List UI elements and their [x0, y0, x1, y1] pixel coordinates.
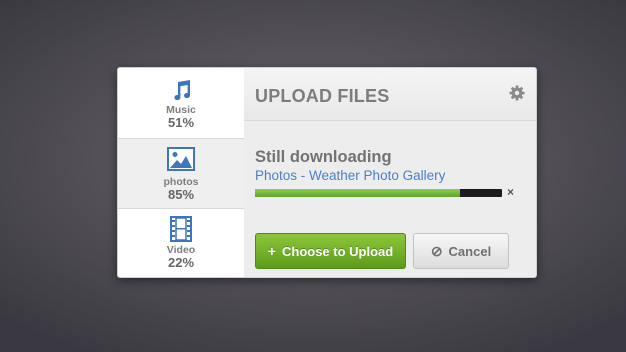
upload-panel: Music 51% photos 85% Video 22% UPLOAD FI… — [117, 67, 537, 278]
panel-header: UPLOAD FILES — [244, 68, 536, 121]
choose-upload-label: Choose to Upload — [281, 243, 394, 259]
cancel-label: Cancel — [448, 243, 492, 259]
film-strip-icon — [170, 216, 192, 242]
upload-main: UPLOAD FILES Still downloading Photos - … — [244, 68, 536, 277]
plus-icon: + — [267, 243, 276, 259]
progress-fill — [255, 189, 460, 197]
page-title: UPLOAD FILES — [255, 86, 390, 106]
gear-icon[interactable] — [509, 85, 525, 101]
sidebar-item-percent: 85% — [167, 187, 195, 202]
download-file-link[interactable]: Photos - Weather Photo Gallery — [255, 168, 445, 183]
close-icon[interactable]: × — [507, 185, 514, 199]
music-note-icon — [174, 80, 191, 101]
sidebar-item-percent: 51% — [167, 115, 195, 130]
sidebar-item-percent: 22% — [167, 255, 195, 270]
download-progress-bar — [255, 189, 502, 197]
image-icon — [167, 147, 195, 171]
cancel-icon: ⊘ — [430, 242, 443, 259]
sidebar-item-video[interactable]: Video 22% — [118, 208, 244, 277]
sidebar-item-music[interactable]: Music 51% — [118, 68, 244, 138]
category-sidebar: Music 51% photos 85% Video 22% — [118, 68, 244, 277]
cancel-button[interactable]: ⊘ Cancel — [413, 233, 509, 269]
choose-upload-button[interactable]: + Choose to Upload — [255, 233, 406, 269]
sidebar-item-photos[interactable]: photos 85% — [118, 138, 244, 208]
download-status-heading: Still downloading — [255, 148, 392, 166]
